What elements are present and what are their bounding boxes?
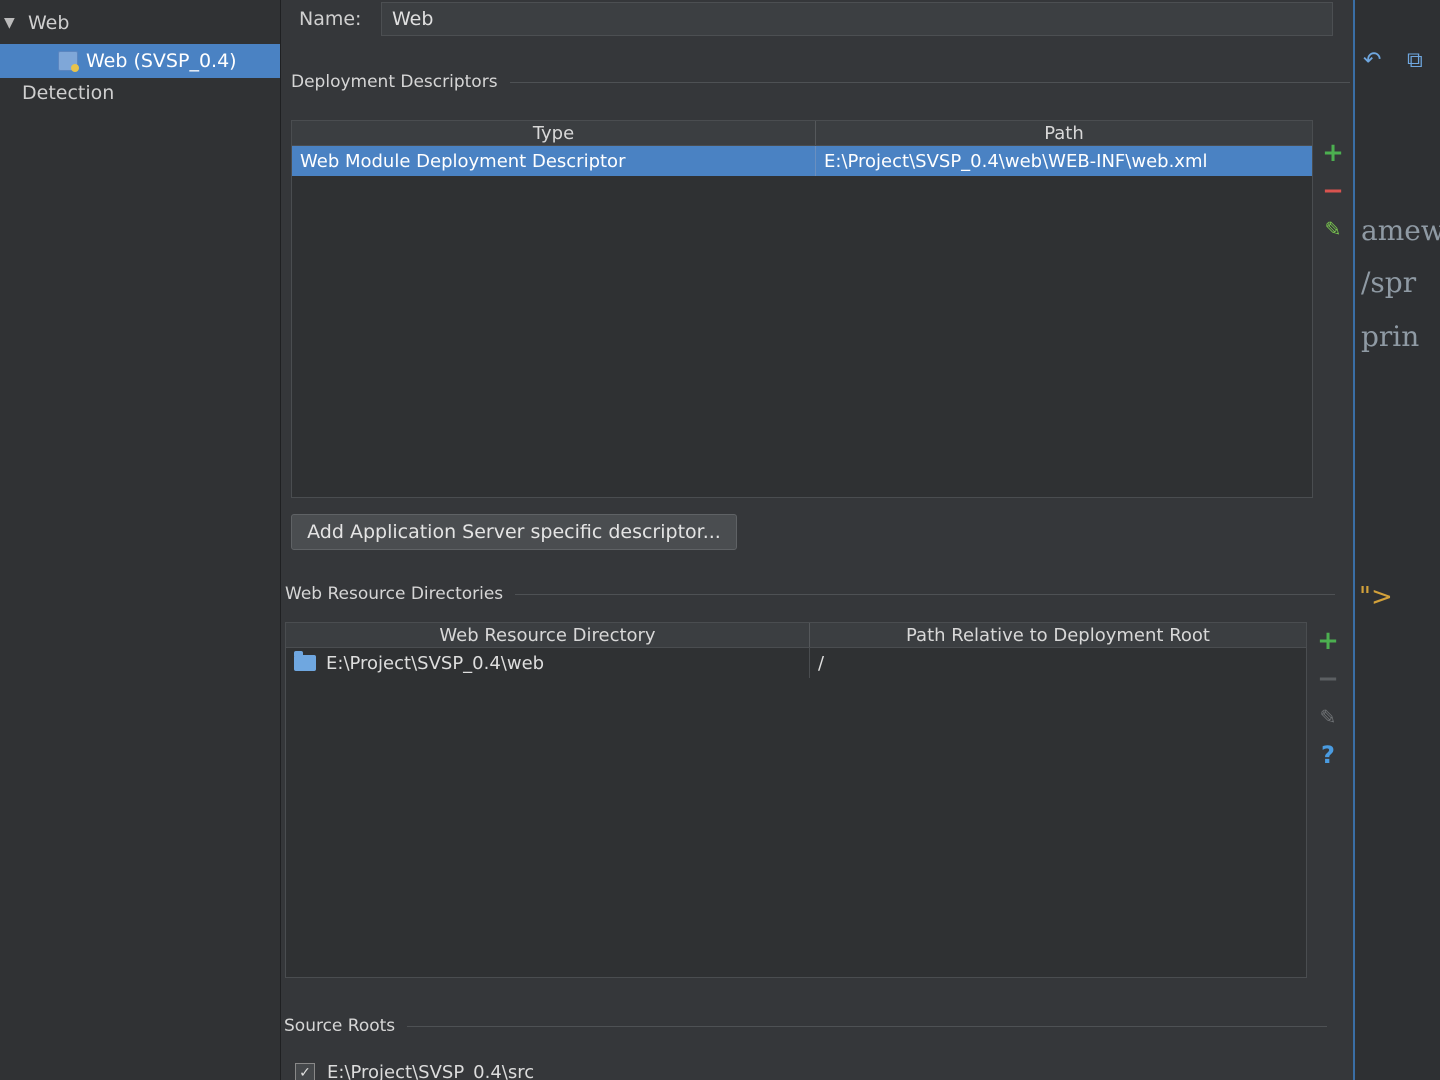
code-editor-strip: ↶ ⧉ amew /spr prin "> (1353, 0, 1440, 1080)
edit-icon[interactable]: ✎ (1320, 216, 1346, 242)
tree-item-web-module[interactable]: Web (SVSP_0.4) (0, 44, 280, 78)
deployment-descriptors-table: Type Path Web Module Deployment Descript… (291, 120, 1313, 498)
table-row[interactable]: E:\Project\SVSP_0.4\web / (286, 648, 1306, 678)
facet-settings-panel: Name: Deployment Descriptors Type Path W… (281, 0, 1353, 1080)
add-icon[interactable]: + (1320, 138, 1346, 168)
folder-icon (294, 651, 316, 671)
column-header-path[interactable]: Path (816, 121, 1312, 145)
help-icon[interactable]: ? (1315, 741, 1341, 769)
tree-item-web[interactable]: ▼ Web (0, 6, 280, 40)
remove-icon[interactable]: − (1315, 664, 1341, 694)
section-title-text: Deployment Descriptors (291, 72, 498, 92)
remove-icon[interactable]: − (1320, 176, 1346, 206)
source-root-item[interactable]: ✓ E:\Project\SVSP_0.4\src (295, 1062, 534, 1080)
add-icon[interactable]: + (1315, 626, 1341, 656)
section-title-text: Source Roots (284, 1016, 396, 1036)
name-label: Name: (299, 8, 362, 30)
section-divider (515, 593, 1336, 595)
descriptor-path-cell[interactable]: E:\Project\SVSP_0.4\web\WEB-INF\web.xml (816, 146, 1312, 176)
source-roots-title: Source Roots (284, 1016, 1328, 1036)
tree-item-label: Web (28, 12, 70, 34)
resource-directory-text: E:\Project\SVSP_0.4\web (326, 652, 545, 674)
edit-icon[interactable]: ✎ (1315, 704, 1341, 730)
relative-path-cell[interactable]: / (810, 648, 1306, 678)
column-header-relative-path[interactable]: Path Relative to Deployment Root (810, 623, 1306, 647)
undo-icon[interactable]: ↶ (1363, 48, 1381, 73)
source-root-path: E:\Project\SVSP_0.4\src (327, 1062, 535, 1080)
web-module-icon (58, 51, 79, 72)
facets-tree: ▼ Web Web (SVSP_0.4) Detection (0, 0, 281, 1080)
source-root-checkbox[interactable]: ✓ (295, 1062, 315, 1080)
web-resource-directories-title: Web Resource Directories (285, 584, 1336, 604)
column-header-directory[interactable]: Web Resource Directory (286, 623, 810, 647)
deployment-descriptors-title: Deployment Descriptors (291, 72, 1350, 92)
section-divider (509, 81, 1350, 83)
name-input[interactable] (381, 2, 1333, 36)
project-structure-window: ▼ Web Web (SVSP_0.4) Detection Name: Dep… (0, 0, 1440, 1080)
copy-icon[interactable]: ⧉ (1407, 48, 1423, 73)
name-row: Name: (299, 0, 381, 38)
web-resource-directories-table: Web Resource Directory Path Relative to … (285, 622, 1307, 978)
tree-item-label: Web (SVSP_0.4) (86, 50, 237, 72)
add-server-descriptor-button[interactable]: Add Application Server specific descript… (291, 514, 737, 550)
resources-toolbar: + − ✎ ? (1313, 626, 1343, 780)
table-header: Type Path (292, 121, 1312, 146)
column-header-type[interactable]: Type (292, 121, 816, 145)
tree-item-label: Detection (22, 82, 115, 104)
section-divider (407, 1025, 1328, 1027)
table-header: Web Resource Directory Path Relative to … (286, 623, 1306, 648)
descriptor-type-cell[interactable]: Web Module Deployment Descriptor (292, 146, 816, 176)
code-line: amew (1361, 214, 1440, 247)
tree-item-detection[interactable]: Detection (0, 76, 280, 110)
resource-directory-cell[interactable]: E:\Project\SVSP_0.4\web (286, 648, 810, 678)
section-title-text: Web Resource Directories (285, 584, 504, 604)
expand-arrow-icon[interactable]: ▼ (4, 15, 18, 31)
code-line: prin (1361, 320, 1420, 353)
table-row[interactable]: Web Module Deployment Descriptor E:\Proj… (292, 146, 1312, 176)
code-snippet-quote: "> (1359, 582, 1393, 612)
code-line: /spr (1361, 266, 1417, 299)
deployment-toolbar: + − ✎ (1318, 138, 1348, 254)
